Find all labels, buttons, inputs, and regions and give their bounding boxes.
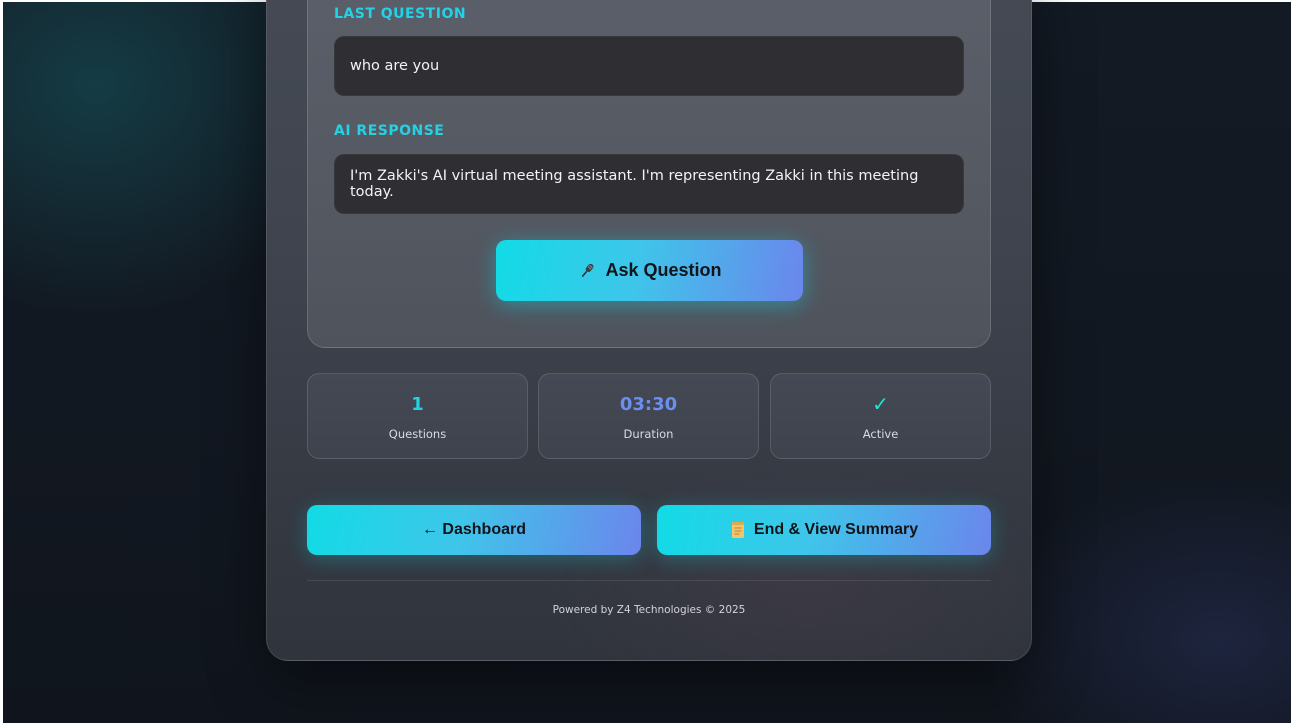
stat-card-status: ✓ Active: [770, 373, 991, 459]
end-view-summary-button[interactable]: End & View Summary: [657, 505, 991, 555]
ask-question-button[interactable]: Ask Question: [496, 240, 803, 301]
dashboard-button-label: ← Dashboard: [421, 521, 526, 538]
last-question-label: LAST QUESTION: [334, 6, 467, 22]
ask-question-label: Ask Question: [605, 260, 722, 280]
ai-response-label: AI RESPONSE: [334, 123, 445, 139]
status-label: Active: [862, 427, 899, 441]
stat-card-questions: 1 Questions: [307, 373, 528, 459]
end-view-summary-label: End & View Summary: [753, 521, 919, 538]
last-question-text: who are you: [350, 58, 440, 74]
footer-text: Powered by Z4 Technologies © 2025: [552, 604, 746, 616]
last-question-box: who are you: [334, 36, 964, 96]
stat-card-duration: 03:30 Duration: [538, 373, 759, 459]
questions-label: Questions: [388, 427, 447, 441]
window-left-edge: [0, 0, 3, 723]
active-check-icon: ✓: [872, 392, 889, 416]
ai-response-text: I'm Zakki's AI virtual meeting assistant…: [350, 168, 919, 200]
dashboard-button[interactable]: ← Dashboard: [307, 505, 641, 555]
scroll-icon: [730, 521, 746, 539]
duration-value: 03:30: [619, 394, 678, 415]
questions-count: 1: [411, 394, 424, 415]
microphone-icon: [577, 261, 597, 281]
footer-divider: [307, 580, 991, 581]
duration-label: Duration: [623, 427, 674, 441]
ai-response-box: I'm Zakki's AI virtual meeting assistant…: [334, 154, 964, 214]
